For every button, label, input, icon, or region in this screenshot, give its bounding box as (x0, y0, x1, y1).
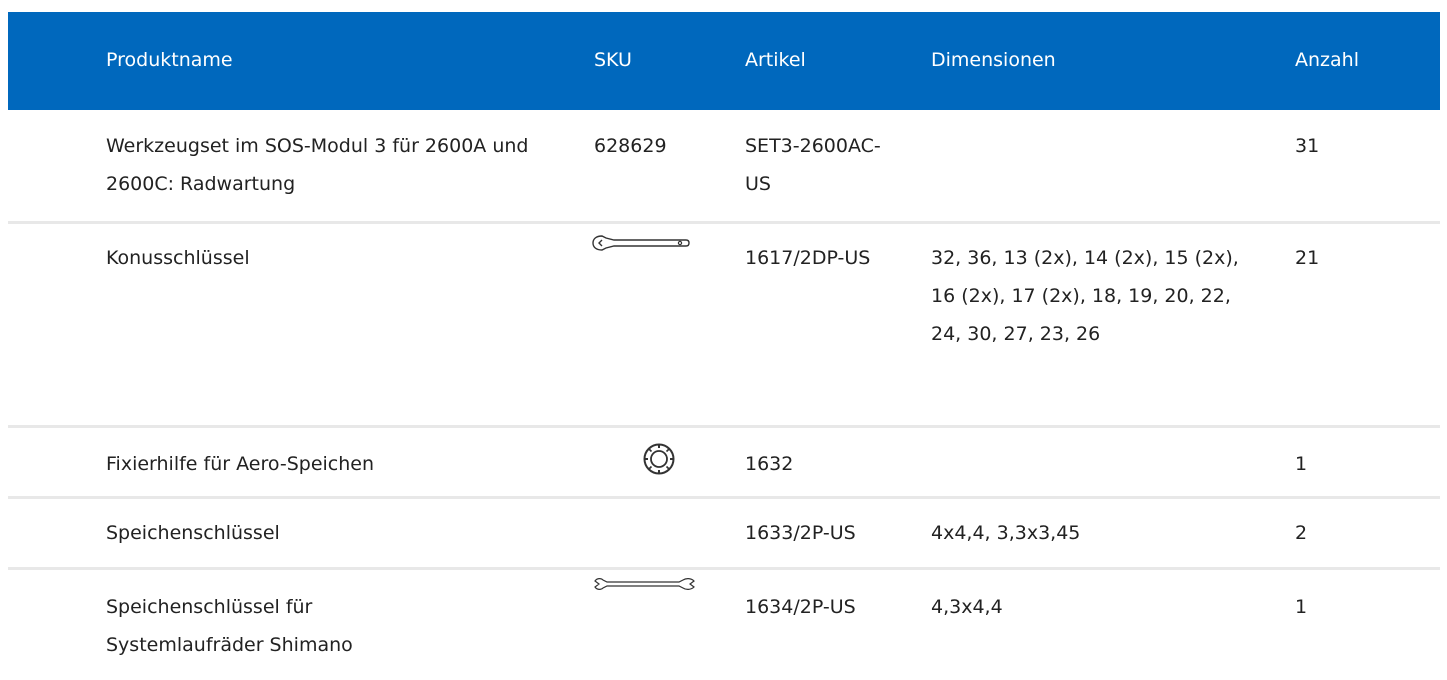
product-name: Werkzeugset im SOS-Modul 3 für 2600A und… (106, 135, 529, 195)
product-name: Fixierhilfe für Aero-Speichen (106, 453, 375, 475)
table-row: Speichenschlüssel für Systemlaufräder Sh… (8, 570, 1440, 680)
header-sku[interactable]: SKU (594, 48, 632, 72)
product-article: SET3-2600AC-US (745, 135, 881, 195)
product-quantity: 2 (1295, 522, 1308, 544)
product-name: Speichenschlüssel (106, 522, 280, 544)
header-article[interactable]: Artikel (745, 48, 806, 72)
product-quantity: 21 (1295, 247, 1320, 269)
product-name: Speichenschlüssel für Systemlaufräder Sh… (106, 596, 353, 656)
product-article: 1633/2P-US (745, 522, 856, 544)
product-dimensions: 4,3x4,4 (931, 596, 1003, 618)
product-article: 1632 (745, 453, 794, 475)
product-article: 1617/2DP-US (745, 247, 871, 269)
table-row: Konusschlüssel 1617/2DP-US 32, 36, 13 (2… (8, 224, 1440, 428)
product-table: Produktname SKU Artikel Dimensionen Anza… (8, 12, 1440, 680)
header-product-name[interactable]: Produktname (106, 48, 233, 72)
product-article: 1634/2P-US (745, 596, 856, 618)
product-dimensions: 4x4,4, 3,3x3,45 (931, 522, 1081, 544)
header-quantity[interactable]: Anzahl (1295, 48, 1359, 72)
table-row: Speichenschlüssel 1633/2P-US 4x4,4, 3,3x… (8, 499, 1440, 570)
table-row: Fixierhilfe für Aero-Speichen 1632 1 (8, 428, 1440, 499)
table-row: Werkzeugset im SOS-Modul 3 für 2600A und… (8, 110, 1440, 224)
product-dimensions: 32, 36, 13 (2x), 14 (2x), 15 (2x), 16 (2… (931, 247, 1239, 345)
product-name: Konusschlüssel (106, 247, 250, 269)
product-quantity: 31 (1295, 135, 1320, 157)
product-quantity: 1 (1295, 596, 1308, 618)
header-dimensions[interactable]: Dimensionen (931, 48, 1056, 72)
table-header: Produktname SKU Artikel Dimensionen Anza… (8, 12, 1440, 110)
spoke-wrench-icon (594, 578, 695, 590)
product-sku: 628629 (594, 135, 667, 157)
aero-spoke-holder-icon (643, 443, 675, 475)
product-quantity: 1 (1295, 453, 1308, 475)
cone-wrench-icon (592, 235, 690, 251)
